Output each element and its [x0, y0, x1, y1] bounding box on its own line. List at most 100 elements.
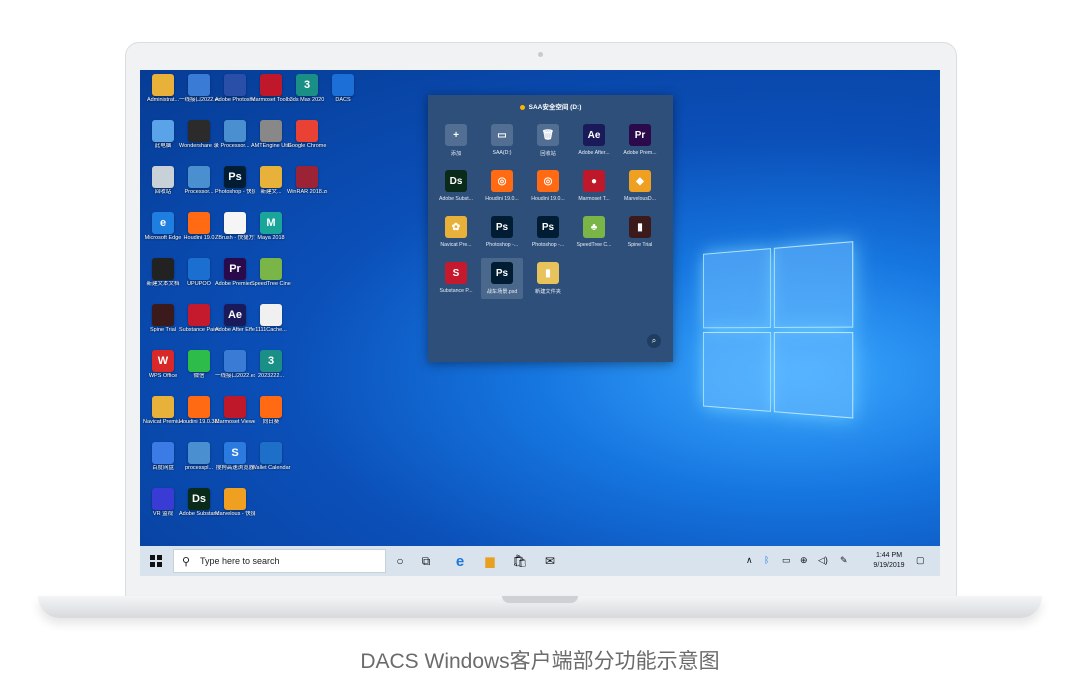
app-icon: [260, 166, 282, 188]
taskbar-search-box[interactable]: ⚲ Type here to search: [173, 549, 386, 573]
desktop-icon[interactable]: 新建文本文档: [144, 258, 182, 287]
desktop-icon[interactable]: SpeedTree Cinema...: [252, 258, 290, 287]
panel-item-icon: ◎: [491, 170, 513, 192]
desktop-icon[interactable]: Google Chrome: [288, 120, 326, 149]
desktop-icon[interactable]: Spine Trial: [144, 304, 182, 333]
panel-item-icon: ●: [583, 170, 605, 192]
desktop-icon[interactable]: Pr Adobe Premier...: [216, 258, 254, 287]
desktop-icon[interactable]: Wallet Calendar: [252, 442, 290, 471]
panel-item[interactable]: S Substance P...: [435, 258, 477, 298]
desktop-icon[interactable]: Navicat Premium: [144, 396, 182, 425]
volume-icon[interactable]: ◁): [818, 555, 828, 566]
desktop-icon-label: UPUPOO: [179, 281, 219, 287]
desktop-icon[interactable]: AeAdobe After Effects 2020: [216, 304, 254, 333]
desktop-icon[interactable]: 一线接口2022.exe: [180, 74, 218, 103]
panel-item[interactable]: ● Marmoset T...: [573, 166, 615, 206]
desktop-icon[interactable]: Houdini 19.0: [180, 212, 218, 241]
panel-item[interactable]: ♣ SpeedTree C...: [573, 212, 615, 252]
network-icon[interactable]: ⊕: [800, 555, 808, 566]
panel-item[interactable]: Ps Photoshop -...: [481, 212, 523, 252]
desktop-icon[interactable]: e Microsoft Edge: [144, 212, 182, 241]
desktop-icon[interactable]: 百度网盘: [144, 442, 182, 471]
cortana-icon[interactable]: ○: [392, 553, 408, 569]
panel-item-icon: Ds: [445, 170, 467, 192]
desktop-icon[interactable]: 3 3ds Max 2020: [288, 74, 326, 103]
app-icon: [188, 212, 210, 234]
panel-item[interactable]: ▮ 新建文件夹: [527, 258, 569, 299]
desktop-icon[interactable]: Marmoset Viewer: [216, 396, 254, 425]
pen-icon[interactable]: ✎: [840, 555, 848, 566]
desktop-icon[interactable]: Substance Painter...: [180, 304, 218, 333]
panel-item[interactable]: Ae Adobe After...: [573, 120, 615, 160]
desktop-icon-label: VR 监视: [143, 511, 183, 517]
mail-icon[interactable]: ✉: [542, 553, 558, 569]
desktop-icon[interactable]: Processor...: [216, 120, 254, 149]
app-icon: e: [152, 212, 174, 234]
desktop-icon[interactable]: Houdini 19.0.383: [180, 396, 218, 425]
desktop-icon[interactable]: S 搜狗高速浏览器: [216, 442, 254, 471]
desktop-icon[interactable]: VR 监视: [144, 488, 182, 517]
panel-item[interactable]: Ds Adobe Subst...: [435, 166, 477, 206]
panel-item[interactable]: Ps 战车场景.psd: [481, 258, 523, 299]
desktop-icon-label: Houdini 19.0.383: [179, 419, 219, 425]
panel-item[interactable]: Ps Photoshop -...: [527, 212, 569, 252]
notification-icon[interactable]: ▢: [916, 555, 925, 566]
desktop-icon[interactable]: 3 2023222...: [252, 350, 290, 379]
panel-item[interactable]: ▭ SAA(D:): [481, 120, 523, 160]
desktop-icon[interactable]: 向日葵: [252, 396, 290, 425]
task-view-icon[interactable]: ⧉: [418, 553, 434, 569]
panel-item[interactable]: + 添加: [435, 120, 477, 161]
desktop-icon[interactable]: WinRAR 2018.zmo...: [288, 166, 326, 195]
desktop-icon[interactable]: M Maya 2018: [252, 212, 290, 241]
desktop-icon[interactable]: PsPhotoshop - 快捷方式: [216, 166, 254, 195]
panel-item[interactable]: ✿ Navicat Pre...: [435, 212, 477, 252]
panel-item-icon: ▮: [629, 216, 651, 238]
taskbar-clock[interactable]: 1:44 PM 9/19/2019: [867, 551, 911, 571]
app-icon: [188, 396, 210, 418]
desktop-icon[interactable]: Marvelous - 快捷方式: [216, 488, 254, 517]
bluetooth-icon[interactable]: ᛒ: [764, 555, 769, 565]
desktop-icon[interactable]: ZBrush - 快捷方式: [216, 212, 254, 241]
panel-item-icon: ♣: [583, 216, 605, 238]
panel-item-icon: Ps: [491, 216, 513, 238]
desktop-icon-label: DACS: [323, 97, 363, 103]
desktop-icon[interactable]: 回收站: [144, 166, 182, 195]
panel-search-icon[interactable]: ⌕: [647, 334, 661, 348]
desktop-icon[interactable]: 一线接口2022.exe: [216, 350, 254, 379]
desktop-icon[interactable]: DsAdobe Substance...: [180, 488, 218, 517]
app-icon: [260, 304, 282, 326]
desktop-icon[interactable]: processpl...: [180, 442, 218, 471]
panel-item[interactable]: ◆ MarvelousD...: [619, 166, 661, 206]
desktop-icon[interactable]: Wondershare 录屏: [180, 120, 218, 149]
desktop-icon[interactable]: AMTEngine Utility: [252, 120, 290, 149]
app-icon: [260, 74, 282, 96]
desktop-icon[interactable]: Marmoset Toolbag 4: [252, 74, 290, 103]
desktop-icon[interactable]: 微信: [180, 350, 218, 379]
tray-chevron-icon[interactable]: ∧: [746, 555, 753, 566]
panel-item[interactable]: Pr Adobe Prem...: [619, 120, 661, 160]
desktop-icon[interactable]: 此电脑: [144, 120, 182, 149]
app-icon: Ps: [224, 166, 246, 188]
desktop-icon[interactable]: DACS: [324, 74, 362, 103]
panel-item-label: Substance P...: [435, 288, 477, 294]
start-button[interactable]: [150, 555, 162, 567]
app-icon: 3: [260, 350, 282, 372]
battery-icon[interactable]: ▭: [782, 555, 791, 566]
panel-item[interactable]: 🗑 回收站: [527, 120, 569, 161]
file-explorer-icon[interactable]: ▆: [482, 553, 498, 569]
desktop-icon[interactable]: 新建文...: [252, 166, 290, 195]
desktop-icon[interactable]: W WPS Office: [144, 350, 182, 379]
edge-icon[interactable]: e: [452, 553, 468, 569]
app-icon: [260, 396, 282, 418]
panel-item-label: 回收站: [527, 150, 569, 157]
desktop-icon[interactable]: UPUPOO: [180, 258, 218, 287]
desktop-icon[interactable]: 1111Cache...: [252, 304, 290, 333]
panel-item[interactable]: ◎ Houdini 19.0...: [481, 166, 523, 206]
desktop-icon[interactable]: Adobe Photosho...: [216, 74, 254, 103]
desktop-icon[interactable]: Processor...: [180, 166, 218, 195]
desktop-icon[interactable]: Administrat...: [144, 74, 182, 103]
panel-item[interactable]: ◎ Houdini 19.0...: [527, 166, 569, 206]
desktop-icon-label: 1111Cache...: [251, 327, 291, 333]
panel-item[interactable]: ▮ Spine Trial: [619, 212, 661, 252]
store-icon[interactable]: 🛍: [512, 553, 528, 569]
